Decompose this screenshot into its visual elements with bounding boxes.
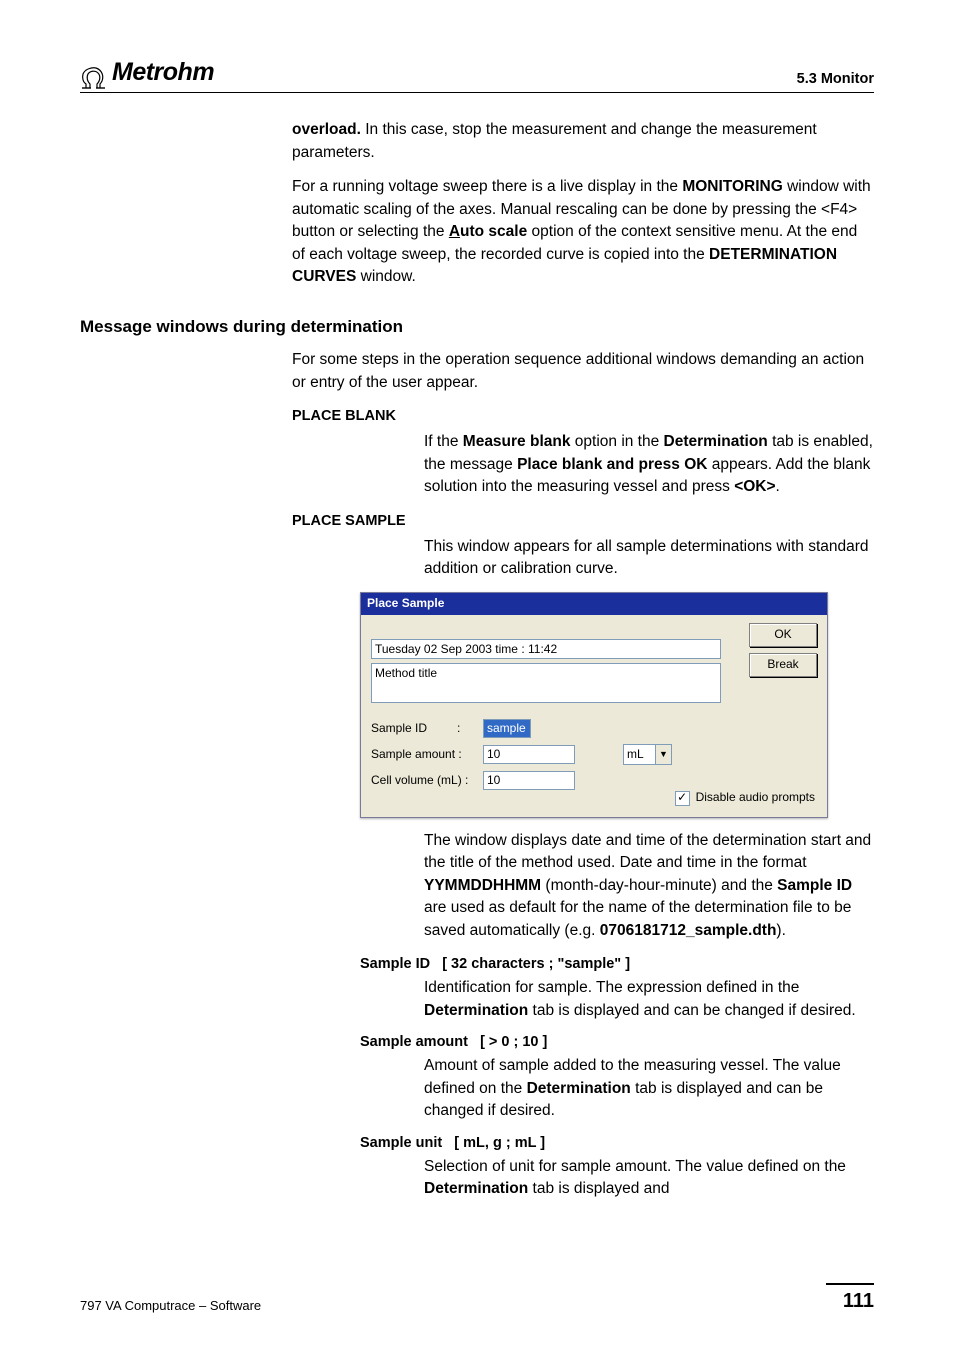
def-sample-unit-label: Sample unit [ mL, g ; mL ] (360, 1133, 874, 1154)
overload-word: overload. (292, 121, 361, 138)
sample-amount-input[interactable]: 10 (483, 745, 575, 764)
place-blank-title: PLACE BLANK (292, 406, 874, 427)
page-header: Metrohm 5.3 Monitor (80, 54, 874, 93)
def-sample-amount-label: Sample amount [ > 0 ; 10 ] (360, 1032, 874, 1053)
body-column: overload. In this case, stop the measure… (292, 119, 874, 288)
brand-logo: Metrohm (80, 54, 214, 90)
window-body: OK Break Tuesday 02 Sep 2003 time : 11:4… (361, 615, 827, 817)
page-number: 111 (826, 1283, 874, 1316)
sample-unit-select[interactable]: mL ▼ (623, 744, 672, 765)
omega-icon (80, 66, 108, 90)
sample-id-label: Sample ID : (371, 720, 477, 737)
sample-id-row: Sample ID : sample (371, 719, 817, 738)
sample-amount-label: Sample amount : (371, 746, 477, 763)
def-sample-amount-body: Amount of sample added to the measuring … (424, 1055, 874, 1122)
datetime-field: Tuesday 02 Sep 2003 time : 11:42 (371, 639, 721, 659)
cell-volume-row: Cell volume (mL) : 10 (371, 771, 817, 790)
def-sample-id-label: Sample ID [ 32 characters ; "sample" ] (360, 954, 874, 975)
place-sample-title: PLACE SAMPLE (292, 511, 874, 532)
cell-volume-label: Cell volume (mL) : (371, 772, 477, 789)
disable-audio-row: ✓ Disable audio prompts (675, 789, 815, 806)
def-sample-id-body: Identification for sample. The expressio… (424, 977, 874, 1022)
footer-left: 797 VA Computrace – Software (80, 1297, 261, 1316)
sample-id-input[interactable]: sample (483, 719, 531, 738)
ok-button[interactable]: OK (749, 623, 817, 647)
place-sample-intro: This window appears for all sample deter… (424, 536, 874, 581)
break-button[interactable]: Break (749, 653, 817, 677)
cell-volume-input[interactable]: 10 (483, 771, 575, 790)
running-paragraph: For a running voltage sweep there is a l… (292, 176, 874, 288)
heading-message-windows: Message windows during determination (80, 315, 874, 340)
brand-name: Metrohm (112, 54, 214, 90)
overload-paragraph: overload. In this case, stop the measure… (292, 119, 874, 164)
place-sample-post: The window displays date and time of the… (424, 830, 874, 942)
page: Metrohm 5.3 Monitor overload. In this ca… (0, 0, 954, 1350)
window-button-column: OK Break (749, 623, 817, 677)
sample-amount-row: Sample amount : 10 mL ▼ (371, 744, 817, 765)
disable-audio-checkbox[interactable]: ✓ (675, 791, 690, 806)
method-title-field: Method title (371, 663, 721, 703)
header-section: 5.3 Monitor (797, 69, 874, 90)
place-sample-window: Place Sample OK Break Tuesday 02 Sep 200… (360, 592, 828, 817)
window-titlebar: Place Sample (361, 593, 827, 614)
chevron-down-icon: ▼ (655, 745, 671, 764)
page-footer: 797 VA Computrace – Software 111 (80, 1283, 874, 1316)
disable-audio-label: Disable audio prompts (696, 789, 815, 806)
msg-intro: For some steps in the operation sequence… (292, 349, 874, 394)
def-sample-unit-body: Selection of unit for sample amount. The… (424, 1156, 874, 1201)
place-blank-body: If the Measure blank option in the Deter… (424, 431, 874, 498)
